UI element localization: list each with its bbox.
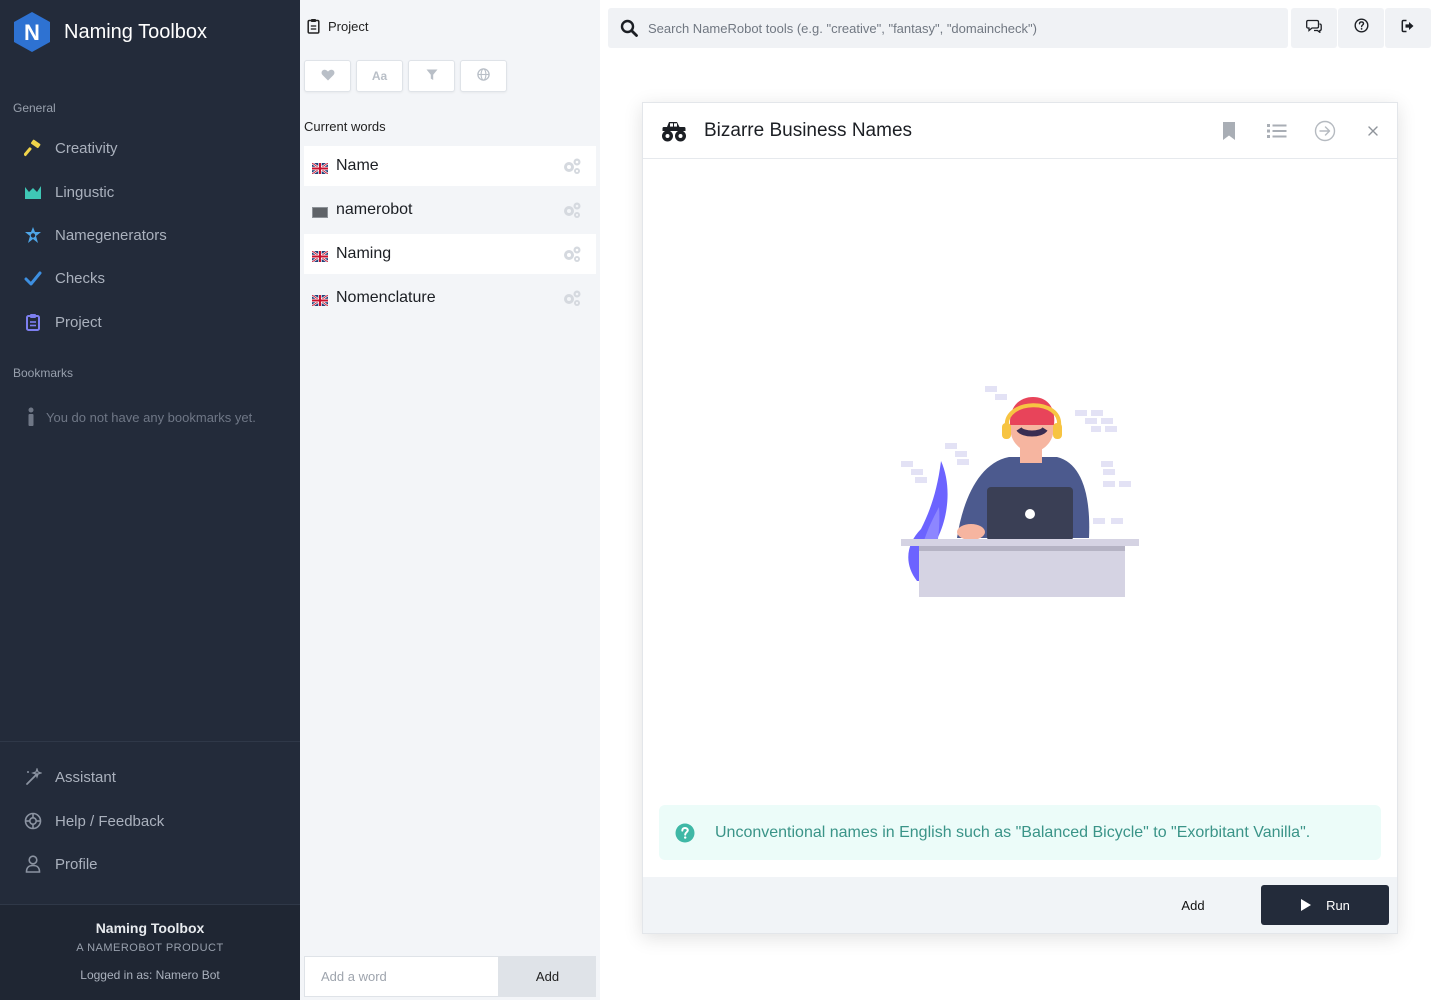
nav-label: Profile	[55, 855, 98, 873]
current-words-label: Current words	[304, 119, 386, 134]
sidebar-footer: Naming Toolbox A NAMEROBOT PRODUCT Logge…	[0, 904, 300, 1000]
run-label: Run	[1326, 897, 1350, 913]
word-text: Nomenclature	[336, 289, 436, 306]
globe-icon	[477, 68, 490, 84]
settings-gears-icon[interactable]	[562, 157, 582, 175]
filter-button[interactable]	[408, 60, 455, 92]
favorites-filter-button[interactable]	[304, 60, 351, 92]
tool-description: Unconventional names in English such as …	[715, 823, 1311, 841]
uk-flag-icon	[311, 293, 329, 307]
sidebar: N Naming Toolbox General Creativity Ling…	[0, 0, 300, 1000]
footer-subtitle: A NAMEROBOT PRODUCT	[76, 942, 224, 954]
logout-icon	[1401, 19, 1416, 38]
tool-description-box: Unconventional names in English such as …	[659, 805, 1381, 860]
case-filter-button[interactable]: Aa	[356, 60, 403, 92]
help-circle-icon	[1353, 18, 1369, 38]
nav-label: Creativity	[55, 139, 118, 157]
nav-item-assistant[interactable]: Assistant	[22, 759, 282, 795]
nav-label: Lingustic	[55, 183, 115, 201]
lifebuoy-icon	[22, 810, 44, 832]
word-row-naming[interactable]: Naming	[304, 234, 596, 274]
user-icon	[22, 853, 44, 875]
nav-item-checks[interactable]: Checks	[22, 260, 282, 296]
word-text: Naming	[336, 245, 392, 262]
list-icon[interactable]	[1265, 119, 1289, 143]
question-circle-icon	[675, 823, 695, 843]
section-label-general: General	[13, 101, 56, 115]
clipboard-icon	[22, 311, 44, 333]
word-text: Name	[336, 157, 379, 174]
bookmark-icon[interactable]	[1217, 119, 1241, 143]
filter-bar: Aa	[304, 60, 512, 92]
uk-flag-icon	[311, 249, 329, 263]
bookmarks-empty-text: You do not have any bookmarks yet.	[46, 409, 256, 425]
help-button[interactable]	[1338, 8, 1384, 48]
tool-search-input[interactable]	[648, 20, 1268, 36]
uk-flag-icon	[311, 161, 329, 175]
nav-label: Namegenerators	[55, 226, 167, 244]
clipboard-icon	[307, 18, 321, 34]
chat-button[interactable]	[1291, 8, 1337, 48]
nav-item-lingustic[interactable]: Lingustic	[22, 174, 282, 210]
hammer-icon	[22, 137, 44, 159]
nav-label: Checks	[55, 269, 106, 287]
run-button[interactable]: Run	[1261, 885, 1389, 925]
generic-flag-icon	[312, 205, 328, 218]
filter-icon	[426, 69, 438, 84]
word-row-nomenclature[interactable]: Nomenclature	[304, 278, 596, 318]
chat-icon	[1306, 19, 1322, 38]
app-logo-icon: N	[12, 10, 52, 54]
check-icon	[22, 267, 44, 289]
add-word-button[interactable]: Add	[499, 956, 596, 997]
add-word-form: Add	[304, 956, 596, 997]
tool-search-bar	[608, 8, 1288, 48]
star-badge-icon	[22, 224, 44, 246]
project-header: Project	[307, 18, 368, 34]
bookmarks-empty-message: You do not have any bookmarks yet.	[24, 406, 256, 428]
magic-wand-icon	[22, 766, 44, 788]
settings-gears-icon[interactable]	[562, 201, 582, 219]
nav-item-namegenerators[interactable]: Namegenerators	[22, 217, 282, 253]
nav-label: Help / Feedback	[55, 812, 165, 830]
svg-text:N: N	[24, 20, 40, 45]
tool-dialog-footer: Add Run	[643, 877, 1397, 933]
section-label-bookmarks: Bookmarks	[13, 366, 74, 380]
word-text: namerobot	[336, 201, 413, 218]
nav-item-profile[interactable]: Profile	[22, 846, 282, 882]
nav-item-project[interactable]: Project	[22, 304, 282, 340]
nav-label: Assistant	[55, 768, 116, 786]
add-tool-button[interactable]: Add	[1153, 889, 1233, 921]
settings-gears-icon[interactable]	[562, 245, 582, 263]
nav-item-help-feedback[interactable]: Help / Feedback	[22, 803, 282, 839]
brand[interactable]: N Naming Toolbox	[12, 10, 207, 54]
play-icon	[1300, 898, 1312, 912]
monster-truck-icon	[661, 119, 687, 143]
word-row-namerobot[interactable]: namerobot	[304, 190, 596, 230]
tool-title: Bizarre Business Names	[704, 120, 913, 141]
font-case-icon: Aa	[371, 69, 388, 83]
working-person-illustration	[899, 383, 1149, 598]
arrow-circle-right-icon[interactable]	[1313, 119, 1337, 143]
language-filter-button[interactable]	[460, 60, 507, 92]
settings-gears-icon[interactable]	[562, 289, 582, 307]
info-icon	[24, 406, 38, 428]
footer-title: Naming Toolbox	[95, 920, 205, 936]
logged-in-user: Logged in as: Namero Bot	[80, 968, 220, 982]
nav-item-creativity[interactable]: Creativity	[22, 130, 282, 166]
app-title: Naming Toolbox	[64, 20, 208, 43]
tool-dialog: Bizarre Business Names Unconventional na…	[642, 102, 1398, 934]
nav-label: Project	[55, 313, 102, 331]
search-icon	[620, 19, 638, 37]
chart-icon	[22, 181, 44, 203]
add-word-input[interactable]	[304, 956, 499, 997]
heart-icon	[321, 69, 335, 84]
tool-dialog-header: Bizarre Business Names	[643, 103, 1397, 159]
close-icon[interactable]	[1361, 119, 1385, 143]
sidebar-divider	[0, 741, 300, 742]
project-title: Project	[328, 18, 369, 34]
logout-button[interactable]	[1385, 8, 1431, 48]
word-row-name[interactable]: Name	[304, 146, 596, 186]
